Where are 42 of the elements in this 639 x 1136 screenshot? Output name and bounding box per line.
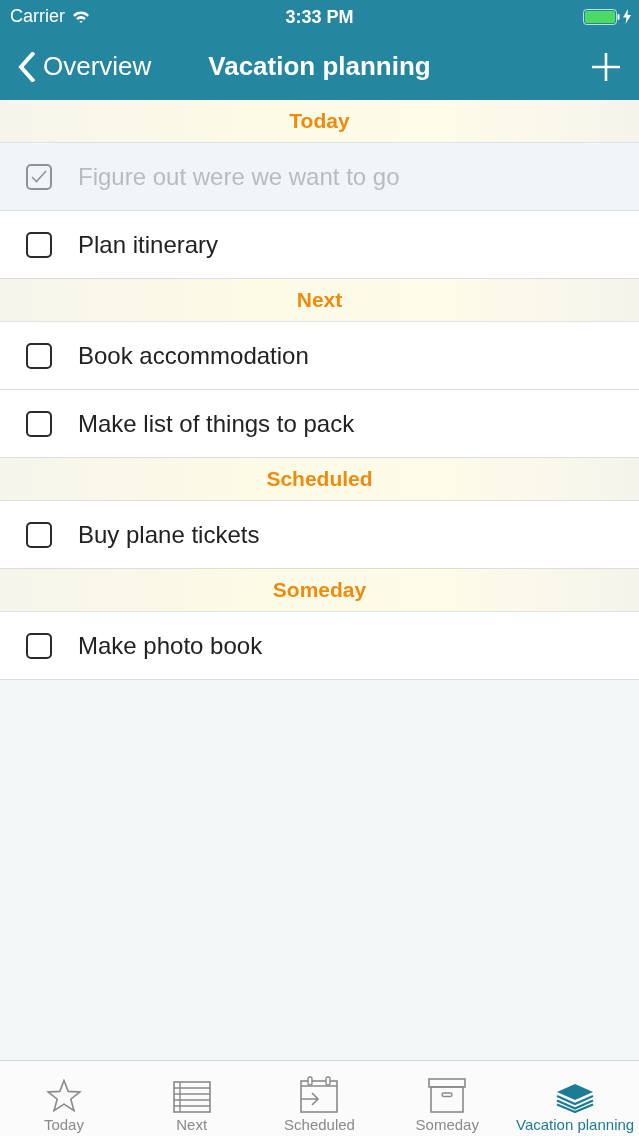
task-title: Figure out were we want to go: [78, 162, 400, 191]
back-button[interactable]: Overview: [18, 51, 152, 82]
task-title: Make list of things to pack: [78, 409, 355, 438]
task-row[interactable]: Buy plane tickets: [0, 501, 639, 569]
archive-box-icon: [428, 1078, 467, 1113]
tab-button[interactable]: Next: [127, 1061, 256, 1136]
task-checkbox[interactable]: [26, 231, 52, 258]
carrier-label: Carrier: [10, 6, 65, 27]
task-row[interactable]: Make list of things to pack: [0, 390, 639, 458]
plus-icon: [592, 52, 620, 81]
checkmark-icon: [31, 170, 47, 183]
task-title: Make photo book: [78, 631, 263, 660]
wifi-icon: [72, 9, 90, 24]
charging-bolt-icon: [623, 9, 631, 24]
task-checkbox[interactable]: [26, 163, 52, 190]
task-row[interactable]: Make photo book: [0, 612, 639, 680]
chevron-left-icon: [18, 51, 35, 82]
section-title: Someday: [272, 578, 367, 602]
task-checkbox[interactable]: [26, 521, 52, 548]
calendar-arrow-icon: [300, 1076, 339, 1113]
nav-title: Vacation planning: [208, 51, 431, 82]
section-title: Today: [289, 109, 350, 133]
tab-button[interactable]: Scheduled: [255, 1061, 384, 1136]
task-checkbox[interactable]: [26, 342, 52, 369]
section-title: Scheduled: [266, 467, 373, 491]
tab-button[interactable]: Someday: [383, 1061, 512, 1136]
task-checkbox[interactable]: [26, 632, 52, 659]
task-title: Book accommodation: [78, 341, 309, 370]
tab-button[interactable]: Today: [0, 1061, 128, 1136]
task-title: Plan itinerary: [78, 230, 219, 259]
ruled-list-icon: [172, 1081, 211, 1113]
task-row[interactable]: Plan itinerary: [0, 211, 639, 279]
add-button[interactable]: [591, 51, 621, 82]
star-icon: [45, 1079, 82, 1113]
task-checkbox[interactable]: [26, 410, 52, 437]
layers-icon: [556, 1083, 595, 1113]
battery-icon: [583, 8, 620, 25]
status-time: 3:33 PM: [285, 6, 354, 27]
task-title: Buy plane tickets: [78, 520, 260, 549]
tab-button[interactable]: Vacation planning: [511, 1061, 639, 1136]
section-title: Next: [296, 288, 343, 312]
task-row[interactable]: Book accommodation: [0, 322, 639, 390]
